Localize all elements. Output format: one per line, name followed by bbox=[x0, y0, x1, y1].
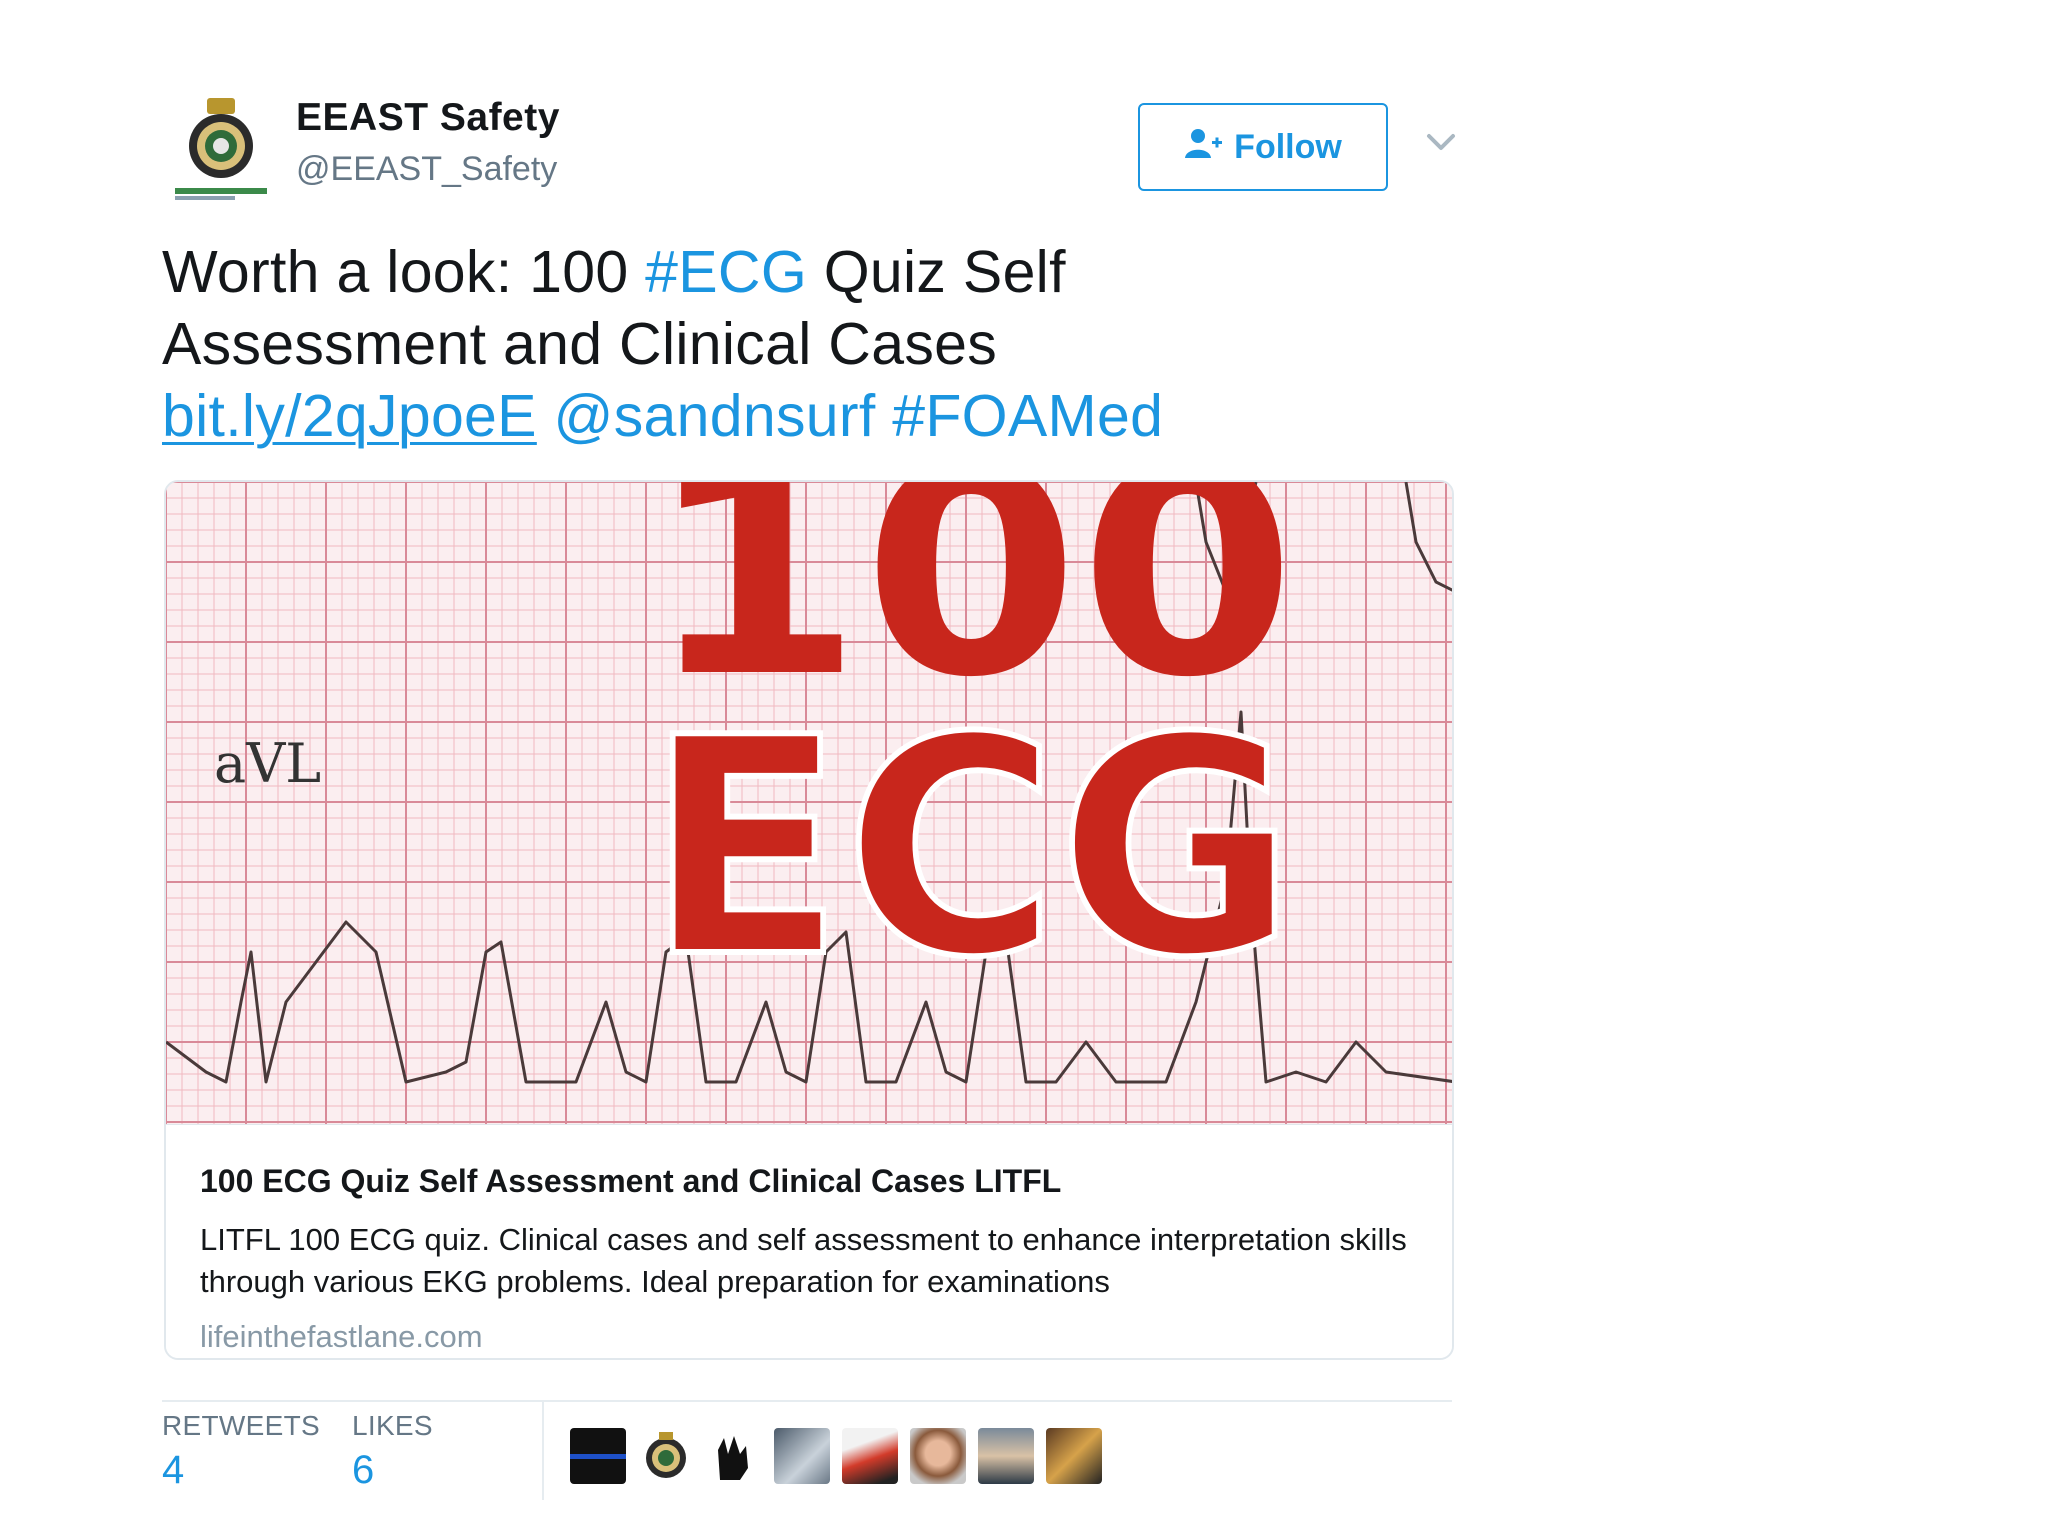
crest-icon bbox=[646, 1432, 686, 1478]
more-options-caret[interactable] bbox=[1424, 130, 1458, 154]
author-avatar[interactable] bbox=[169, 96, 273, 206]
card-domain: lifeinthefastlane.com bbox=[200, 1319, 483, 1354]
card-body: 100 ECG Quiz Self Assessment and Clinica… bbox=[166, 1124, 1452, 1358]
tweet-text: Worth a look: 100 #ECG Quiz Self Assessm… bbox=[162, 236, 1192, 452]
liker-avatar-4[interactable] bbox=[774, 1428, 830, 1484]
likes-count: 6 bbox=[352, 1448, 375, 1492]
card-image: aVL 100 ECG bbox=[166, 482, 1452, 1124]
stats-separator bbox=[542, 1400, 544, 1500]
card-title: 100 ECG Quiz Self Assessment and Clinica… bbox=[200, 1163, 1062, 1199]
ambulance-crest-icon bbox=[175, 98, 267, 200]
liker-avatar-3[interactable] bbox=[706, 1428, 762, 1484]
link-card[interactable]: aVL 100 ECG 100 ECG Quiz Self Assessment… bbox=[164, 480, 1454, 1360]
follow-label: Follow bbox=[1234, 127, 1342, 166]
card-description: LITFL 100 ECG quiz. Clinical cases and s… bbox=[200, 1222, 1407, 1299]
liker-avatar-2[interactable] bbox=[638, 1428, 694, 1484]
hand-icon bbox=[718, 1436, 748, 1480]
retweets-stat[interactable]: RETWEETS 4 bbox=[162, 1410, 320, 1493]
hashtag-ecg[interactable]: #ECG bbox=[645, 239, 807, 305]
ecg-graphic: aVL 100 ECG bbox=[166, 482, 1452, 1124]
tweet-link[interactable]: bit.ly/2qJpoeE bbox=[162, 383, 537, 449]
mention-sandnsurf[interactable]: @sandnsurf bbox=[554, 383, 876, 449]
hashtag-foamed[interactable]: #FOAMed bbox=[892, 383, 1163, 449]
liker-avatar-6[interactable] bbox=[910, 1428, 966, 1484]
chevron-down-icon bbox=[1427, 134, 1455, 150]
lead-label-avl: aVL bbox=[214, 732, 321, 795]
likes-stat[interactable]: LIKES 6 bbox=[352, 1410, 433, 1493]
liker-avatar-8[interactable] bbox=[1046, 1428, 1102, 1484]
liker-avatar-1[interactable] bbox=[570, 1428, 626, 1484]
person-add-icon bbox=[1184, 127, 1224, 168]
tweet-text-part: Worth a look: 100 bbox=[162, 239, 646, 305]
likes-label: LIKES bbox=[352, 1410, 433, 1441]
follow-button[interactable]: Follow bbox=[1138, 103, 1388, 191]
liker-avatar-7[interactable] bbox=[978, 1428, 1034, 1484]
retweets-count: 4 bbox=[162, 1448, 185, 1492]
liker-avatar-5[interactable] bbox=[842, 1428, 898, 1484]
liker-avatars bbox=[570, 1428, 1102, 1484]
author-name[interactable]: EEAST Safety bbox=[296, 96, 560, 140]
retweets-label: RETWEETS bbox=[162, 1410, 320, 1441]
author-handle[interactable]: @EEAST_Safety bbox=[296, 150, 557, 189]
stats-divider bbox=[162, 1400, 1452, 1402]
big-ecg-label: ECG bbox=[646, 674, 1296, 1023]
